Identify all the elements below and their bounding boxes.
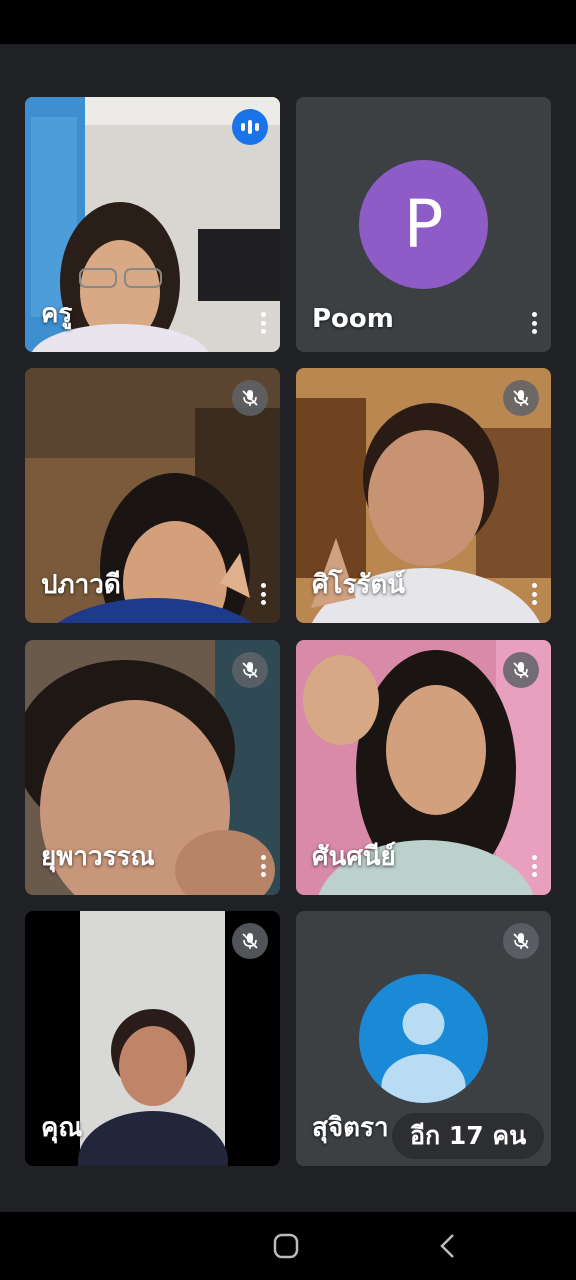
participant-name: ศันศนีย์ (312, 842, 396, 872)
mic-off-icon (503, 923, 539, 959)
participant-name: ครู (41, 299, 73, 329)
participant-name: ปภาวดี (41, 570, 121, 600)
speaking-indicator-icon (232, 109, 268, 145)
person-icon (359, 974, 488, 1103)
mic-off-icon (503, 652, 539, 688)
participant-tile-poom[interactable]: P Poom (296, 97, 551, 352)
more-participants-chip[interactable]: อีก 17 คน (392, 1113, 545, 1159)
participant-tile[interactable]: ศันศนีย์ (296, 640, 551, 895)
participant-tile[interactable]: ยุพาวรรณ (25, 640, 280, 895)
status-bar (0, 0, 576, 44)
participant-name: Poom (312, 304, 394, 334)
more-vert-icon[interactable] (254, 579, 272, 609)
more-vert-icon[interactable] (525, 579, 543, 609)
participant-tile-self[interactable]: คุณ (25, 911, 280, 1166)
home-icon[interactable] (251, 1212, 321, 1280)
participant-tile[interactable]: ศิโรรัตน์ (296, 368, 551, 623)
mic-off-icon (232, 923, 268, 959)
participant-name: ยุพาวรรณ (41, 842, 155, 872)
mic-off-icon (232, 652, 268, 688)
avatar: P (359, 160, 488, 289)
more-vert-icon[interactable] (525, 308, 543, 338)
mic-off-icon (503, 380, 539, 416)
more-vert-icon[interactable] (254, 308, 272, 338)
participant-name: คุณ (41, 1113, 83, 1143)
participant-name: สุจิตรา (312, 1113, 389, 1143)
participant-tile[interactable]: ปภาวดี (25, 368, 280, 623)
mic-off-icon (232, 380, 268, 416)
participant-name: ศิโรรัตน์ (312, 570, 406, 600)
participant-tile-teacher[interactable]: ครู (25, 97, 280, 352)
navigation-bar (0, 1212, 576, 1280)
more-vert-icon[interactable] (525, 851, 543, 881)
back-icon[interactable] (413, 1212, 483, 1280)
more-vert-icon[interactable] (254, 851, 272, 881)
